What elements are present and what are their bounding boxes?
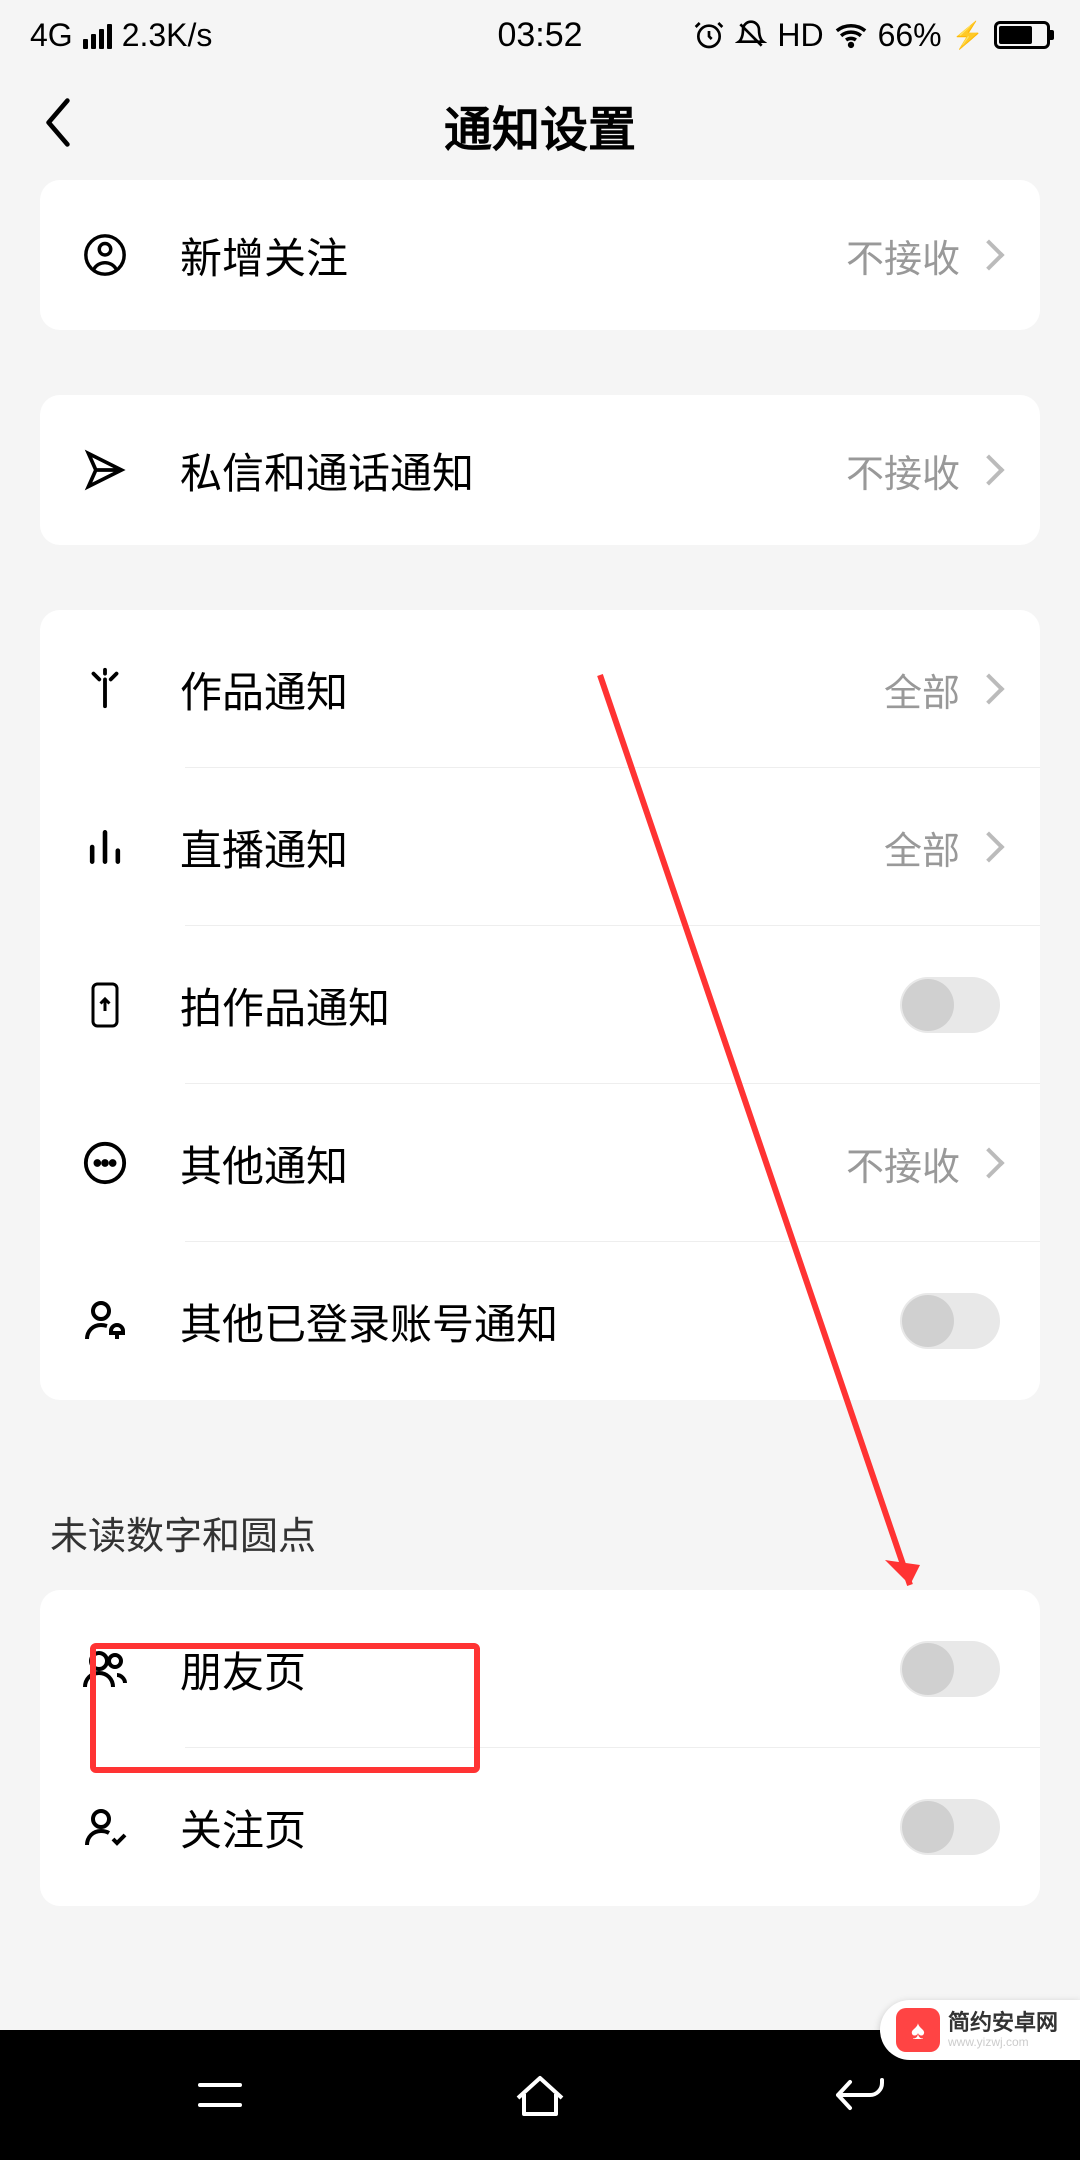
row-label: 作品通知 bbox=[180, 659, 884, 720]
watermark-logo-icon: ♠ bbox=[896, 2008, 940, 2052]
row-other-notify[interactable]: 其他通知 不接收 bbox=[40, 1084, 1040, 1242]
row-works-notify[interactable]: 作品通知 全部 bbox=[40, 610, 1040, 768]
row-shoot-notify[interactable]: 拍作品通知 bbox=[40, 926, 1040, 1084]
user-circle-icon bbox=[80, 230, 130, 280]
dnd-icon bbox=[735, 19, 767, 51]
signal-icon bbox=[83, 21, 112, 49]
battery-percent: 66% bbox=[878, 17, 942, 54]
row-label: 其他通知 bbox=[180, 1133, 846, 1194]
section-title-unread: 未读数字和圆点 bbox=[0, 1465, 1080, 1590]
page-title: 通知设置 bbox=[444, 90, 636, 160]
nav-menu-button[interactable] bbox=[175, 2060, 265, 2130]
user-bell-icon bbox=[80, 1296, 130, 1346]
watermark: ♠ 简约安卓网 www.yizwj.com bbox=[880, 2000, 1080, 2060]
section-unread: 朋友页 关注页 bbox=[40, 1590, 1040, 1906]
row-label: 私信和通话通知 bbox=[180, 440, 846, 501]
row-value: 不接收 bbox=[846, 228, 960, 283]
section-follow: 新增关注 不接收 bbox=[40, 180, 1040, 330]
chevron-right-icon bbox=[973, 239, 1004, 270]
chart-bars-icon bbox=[80, 822, 130, 872]
toggle-shoot-notify[interactable] bbox=[900, 977, 1000, 1033]
network-type: 4G bbox=[30, 17, 73, 54]
status-time: 03:52 bbox=[497, 16, 582, 55]
battery-icon bbox=[994, 21, 1050, 49]
row-label: 直播通知 bbox=[180, 817, 884, 878]
row-value: 不接收 bbox=[846, 1136, 960, 1191]
status-right: HD 66% ⚡ bbox=[693, 17, 1050, 54]
status-bar: 4G 2.3K/s 03:52 HD 66% ⚡ bbox=[0, 0, 1080, 70]
charging-icon: ⚡ bbox=[952, 20, 984, 51]
row-value: 不接收 bbox=[846, 443, 960, 498]
row-label: 关注页 bbox=[180, 1797, 900, 1858]
chevron-right-icon bbox=[973, 673, 1004, 704]
section-message: 私信和通话通知 不接收 bbox=[40, 395, 1040, 545]
row-dm-call[interactable]: 私信和通话通知 不接收 bbox=[40, 395, 1040, 545]
header: 通知设置 bbox=[0, 70, 1080, 180]
sparkle-icon bbox=[80, 664, 130, 714]
row-friends-page[interactable]: 朋友页 bbox=[40, 1590, 1040, 1748]
row-label: 拍作品通知 bbox=[180, 975, 900, 1036]
hd-indicator: HD bbox=[777, 17, 823, 54]
more-circle-icon bbox=[80, 1138, 130, 1188]
section-notifications: 作品通知 全部 直播通知 全部 拍作品通知 其他通知 不接收 其他已登录账号通知 bbox=[40, 610, 1040, 1400]
row-follow-page[interactable]: 关注页 bbox=[40, 1748, 1040, 1906]
network-speed: 2.3K/s bbox=[122, 17, 213, 54]
toggle-friends-page[interactable] bbox=[900, 1641, 1000, 1697]
row-value: 全部 bbox=[884, 820, 960, 875]
watermark-url: www.yizwj.com bbox=[948, 2036, 1058, 2049]
back-button[interactable] bbox=[40, 98, 76, 153]
alarm-icon bbox=[693, 19, 725, 51]
row-live-notify[interactable]: 直播通知 全部 bbox=[40, 768, 1040, 926]
chevron-right-icon bbox=[973, 454, 1004, 485]
wifi-icon bbox=[834, 18, 868, 52]
row-label: 新增关注 bbox=[180, 225, 846, 286]
chevron-right-icon bbox=[973, 831, 1004, 862]
phone-upload-icon bbox=[80, 980, 130, 1030]
row-new-follow[interactable]: 新增关注 不接收 bbox=[40, 180, 1040, 330]
toggle-follow-page[interactable] bbox=[900, 1799, 1000, 1855]
nav-back-button[interactable] bbox=[815, 2060, 905, 2130]
watermark-title: 简约安卓网 bbox=[948, 2011, 1058, 2035]
row-value: 全部 bbox=[884, 662, 960, 717]
nav-home-button[interactable] bbox=[495, 2060, 585, 2130]
row-label: 朋友页 bbox=[180, 1639, 900, 1700]
row-label: 其他已登录账号通知 bbox=[180, 1291, 900, 1352]
status-left: 4G 2.3K/s bbox=[30, 17, 212, 54]
users-icon bbox=[80, 1644, 130, 1694]
row-other-account-notify[interactable]: 其他已登录账号通知 bbox=[40, 1242, 1040, 1400]
user-check-icon bbox=[80, 1802, 130, 1852]
send-icon bbox=[80, 445, 130, 495]
toggle-other-account[interactable] bbox=[900, 1293, 1000, 1349]
chevron-right-icon bbox=[973, 1147, 1004, 1178]
